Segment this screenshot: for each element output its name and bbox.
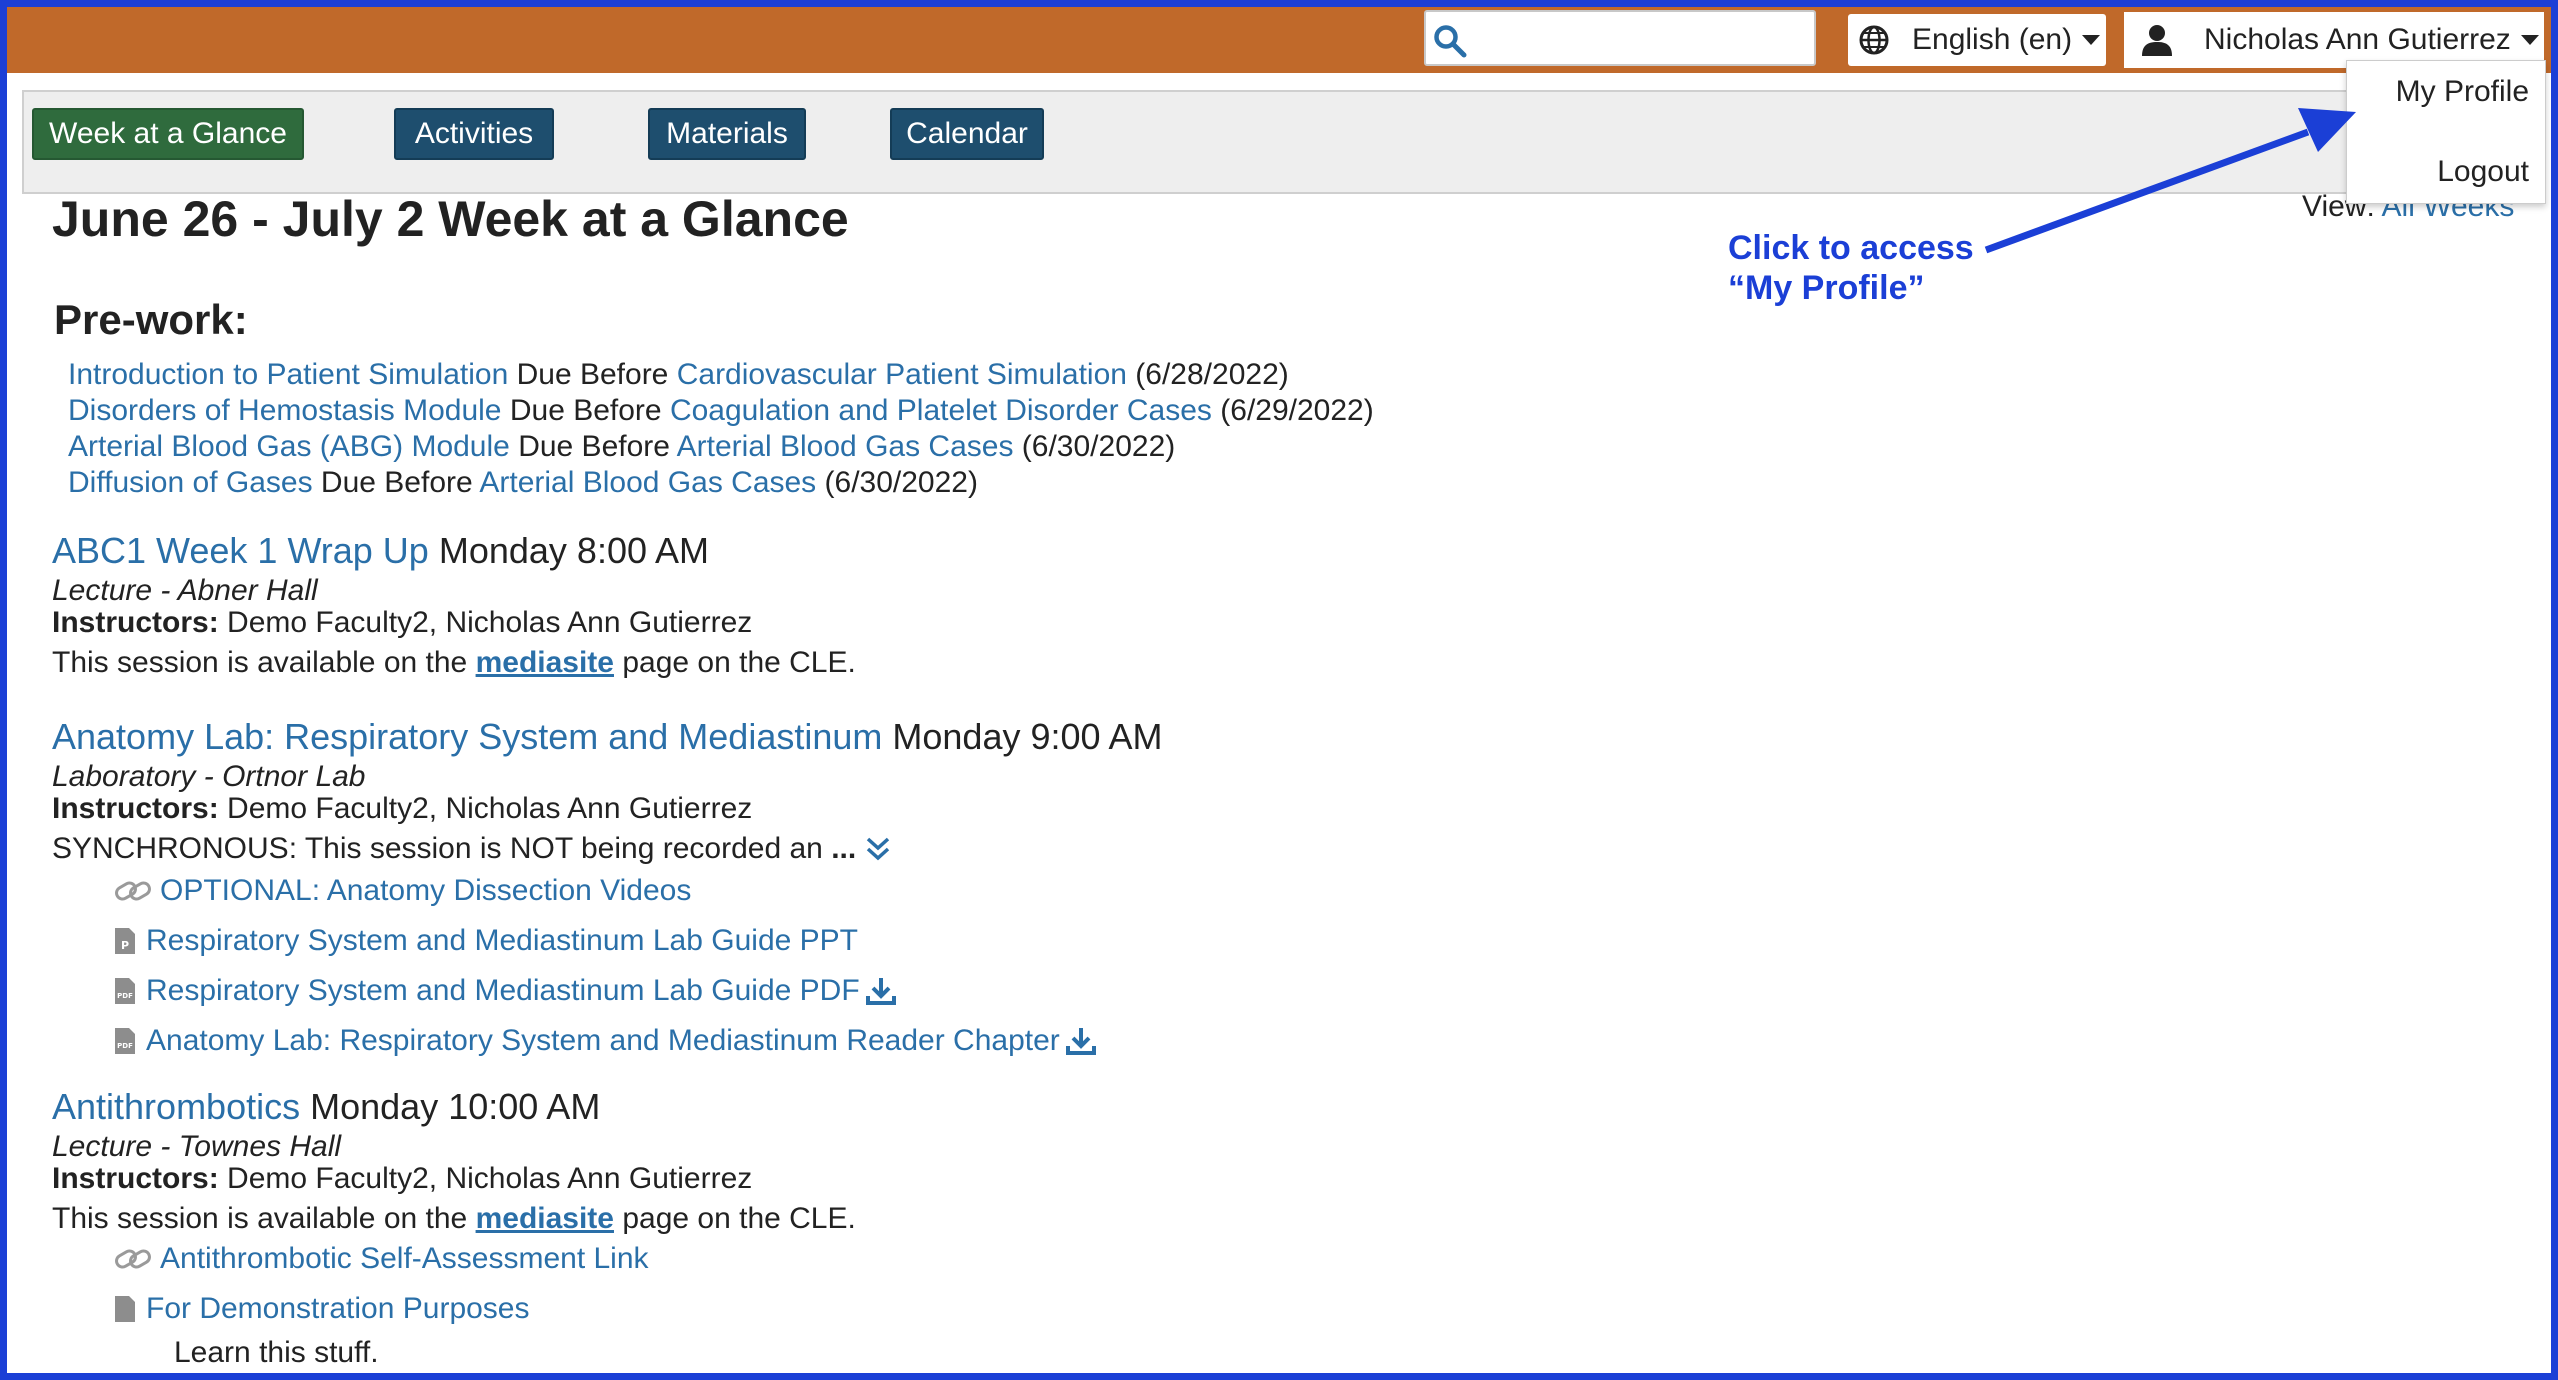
svg-text:PDF: PDF: [117, 992, 133, 1000]
svg-text:PDF: PDF: [117, 1042, 133, 1050]
prework-target-link[interactable]: Arterial Blood Gas Cases: [479, 466, 816, 499]
pdf-file-icon: PDF: [115, 978, 135, 1004]
pdf-file-icon: PDF: [115, 1028, 135, 1054]
prework-link[interactable]: Introduction to Patient Simulation: [68, 358, 508, 391]
event-title: ABC1 Week 1 Wrap Up Monday 8:00 AM: [52, 530, 709, 572]
prework-link[interactable]: Disorders of Hemostasis Module: [68, 394, 502, 427]
tab-materials[interactable]: Materials: [648, 108, 806, 160]
event-instructors: Instructors: Demo Faculty2, Nicholas Ann…: [52, 606, 753, 639]
nav-bar: Week at a Glance Activities Materials Ca…: [22, 90, 2542, 194]
chevron-down-icon: [2082, 35, 2101, 45]
event-instructors: Instructors: Demo Faculty2, Nicholas Ann…: [52, 792, 753, 825]
tab-calendar[interactable]: Calendar: [890, 108, 1044, 160]
chevron-down-icon: [2520, 35, 2539, 45]
tab-week-at-a-glance[interactable]: Week at a Glance: [32, 108, 304, 160]
prework-item: Introduction to Patient Simulation Due B…: [68, 358, 1289, 391]
user-icon: [2142, 25, 2172, 56]
language-selector[interactable]: English (en): [1848, 14, 2106, 66]
resource-ppt-item[interactable]: P Respiratory System and Mediastinum Lab…: [114, 924, 858, 958]
event-title: Anatomy Lab: Respiratory System and Medi…: [52, 716, 1163, 758]
prework-link[interactable]: Arterial Blood Gas (ABG) Module: [68, 430, 510, 463]
mediasite-link[interactable]: mediasite: [476, 646, 614, 679]
event-meta: Lecture - Abner Hall: [52, 574, 318, 607]
double-chevron-down-icon[interactable]: [865, 836, 891, 862]
event-time: Monday 9:00 AM: [892, 716, 1163, 757]
link-icon: [115, 1249, 151, 1269]
event-link[interactable]: Anatomy Lab: Respiratory System and Medi…: [52, 716, 882, 757]
download-icon[interactable]: [1065, 1026, 1096, 1056]
resource-file-item[interactable]: For Demonstration Purposes: [114, 1292, 530, 1326]
mediasite-link[interactable]: mediasite: [476, 1202, 614, 1235]
svg-text:P: P: [121, 939, 129, 952]
event-link[interactable]: ABC1 Week 1 Wrap Up: [52, 530, 429, 571]
prework-item: Diffusion of Gases Due Before Arterial B…: [68, 466, 978, 499]
event-description: This session is available on the mediasi…: [52, 646, 856, 679]
prework-target-link[interactable]: Cardiovascular Patient Simulation: [677, 358, 1127, 391]
resource-pdf-item[interactable]: PDF Respiratory System and Mediastinum L…: [114, 974, 896, 1008]
link-icon: [115, 881, 151, 901]
prework-item: Disorders of Hemostasis Module Due Befor…: [68, 394, 1374, 427]
resource-link-item[interactable]: OPTIONAL: Anatomy Dissection Videos: [114, 874, 691, 908]
resource-note: Learn this stuff.: [174, 1336, 379, 1369]
event-meta: Laboratory - Ortnor Lab: [52, 760, 366, 793]
download-icon[interactable]: [865, 976, 896, 1006]
globe-icon: [1859, 25, 1889, 55]
resource-link-item[interactable]: Antithrombotic Self-Assessment Link: [114, 1242, 649, 1276]
logout-menu-item[interactable]: Logout: [2437, 155, 2529, 189]
prework-item: Arterial Blood Gas (ABG) Module Due Befo…: [68, 430, 1176, 463]
file-icon: [115, 1296, 135, 1322]
user-name: Nicholas Ann Gutierrez: [2204, 23, 2511, 56]
language-label: English (en): [1912, 23, 2073, 56]
prework-target-link[interactable]: Arterial Blood Gas Cases: [677, 430, 1014, 463]
event-description: SYNCHRONOUS: This session is NOT being r…: [52, 832, 891, 866]
event-description: This session is available on the mediasi…: [52, 1202, 856, 1235]
prework-target-link[interactable]: Coagulation and Platelet Disorder Cases: [670, 394, 1212, 427]
event-time: Monday 10:00 AM: [310, 1086, 601, 1127]
search-input[interactable]: [1424, 10, 1816, 66]
annotation-callout: Click to access “My Profile”: [1728, 229, 1974, 307]
more-ellipsis[interactable]: ...: [831, 832, 856, 865]
event-link[interactable]: Antithrombotics: [52, 1086, 300, 1127]
user-dropdown-menu: My Profile Logout: [2346, 60, 2546, 204]
event-time: Monday 8:00 AM: [438, 530, 710, 571]
ppt-file-icon: P: [115, 928, 135, 954]
event-instructors: Instructors: Demo Faculty2, Nicholas Ann…: [52, 1162, 753, 1195]
search-icon[interactable]: [1432, 23, 1468, 59]
prework-link[interactable]: Diffusion of Gases: [68, 466, 313, 499]
my-profile-menu-item[interactable]: My Profile: [2396, 75, 2529, 109]
tab-activities[interactable]: Activities: [394, 108, 554, 160]
resource-pdf-item[interactable]: PDF Anatomy Lab: Respiratory System and …: [114, 1024, 1096, 1058]
event-meta: Lecture - Townes Hall: [52, 1130, 342, 1163]
event-title: Antithrombotics Monday 10:00 AM: [52, 1086, 600, 1128]
prework-heading: Pre-work:: [54, 296, 248, 343]
page-title: June 26 - July 2 Week at a Glance: [52, 191, 849, 247]
